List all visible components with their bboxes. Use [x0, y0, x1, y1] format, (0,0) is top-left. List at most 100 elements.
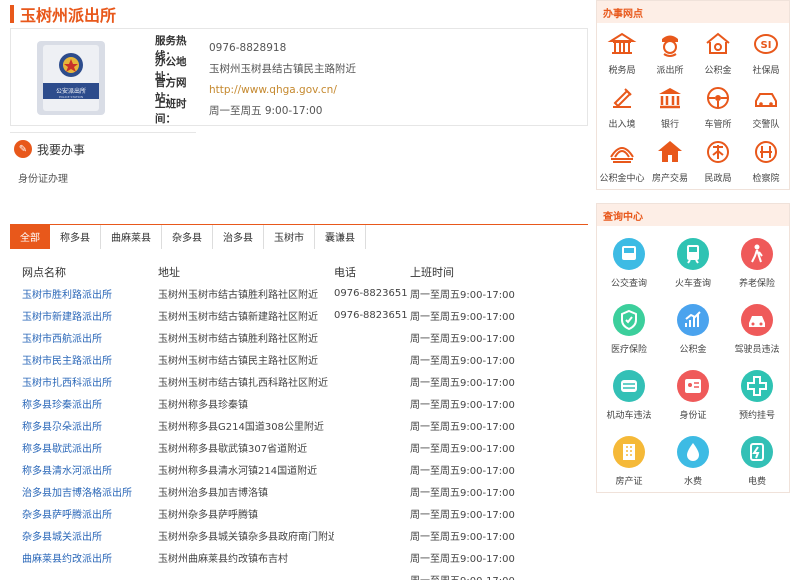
- hospital-icon: [741, 370, 773, 402]
- query-item[interactable]: 房产证: [597, 436, 661, 502]
- tab-zhiduo[interactable]: 治多县: [213, 224, 264, 249]
- query-item[interactable]: 驾驶员违法: [725, 304, 789, 370]
- outlet-item[interactable]: 银行: [646, 83, 694, 137]
- query-item[interactable]: 火车查询: [661, 238, 725, 304]
- outlet-item[interactable]: 出入境: [598, 83, 646, 137]
- motor-icon: [613, 370, 645, 402]
- outlet-item[interactable]: 车管所: [694, 83, 742, 137]
- website-link[interactable]: http://www.qhga.gov.cn/: [209, 84, 337, 96]
- tab-zaduo[interactable]: 杂多县: [162, 224, 213, 249]
- outlet-hours: 周一至周五9:00-17:00: [410, 487, 515, 499]
- procuratorate-icon: [751, 137, 781, 167]
- outlet-name-link[interactable]: 杂多县萨呼腾派出所: [22, 506, 158, 521]
- car-icon: [741, 304, 773, 336]
- outlet-item[interactable]: 房产交易: [646, 137, 694, 191]
- outlet-name-link[interactable]: 玉树市西航派出所: [22, 330, 158, 345]
- outlet-item[interactable]: 公积金中心: [598, 137, 646, 191]
- outlet-name-link[interactable]: 称多县尕朵派出所: [22, 418, 158, 433]
- outlet-name-link[interactable]: 玉树市扎西科派出所: [22, 374, 158, 389]
- table-row: 玉树市胜利路派出所 玉树州玉树市结古镇胜利路社区附近 0976-8823651 周一至…: [22, 282, 582, 304]
- outlet-address: 玉树州玉树市结古镇胜利路社区附近: [158, 333, 318, 345]
- tax-bureau-icon: [607, 29, 637, 59]
- table-row: 称多县歇武派出所 玉树州称多县歇武镇307省道附近 周一至周五9:00-17:00: [22, 436, 582, 458]
- query-label: 机动车违法: [606, 411, 652, 421]
- outlet-hours: 周一至周五9:00-17:00: [410, 311, 515, 323]
- header-name: 网点名称: [22, 266, 66, 279]
- tab-qumalai[interactable]: 曲麻莱县: [101, 224, 162, 249]
- query-item[interactable]: 医疗保险: [597, 304, 661, 370]
- outlet-item[interactable]: SI 社保局: [742, 29, 790, 83]
- query-item[interactable]: 公积金: [661, 304, 725, 370]
- outlet-address: 玉树州称多县G214国道308公里附近: [158, 421, 324, 433]
- police-station-badge-image: 公安派出所 POLICE STATION: [37, 41, 105, 115]
- table-row: 治多县加吉博洛格派出所 玉树州治多县加吉博洛镇 周一至周五9:00-17:00: [22, 480, 582, 502]
- main-content: 玉树州派出所 公安派出所 POLICE STATION 服务热线： 0976-8…: [0, 0, 592, 580]
- outlet-name-link[interactable]: 杂多县城关派出所: [22, 528, 158, 543]
- outlet-label: 银行: [660, 120, 679, 130]
- tab-nangqian[interactable]: 囊谦县: [315, 224, 366, 249]
- outlet-label: 税务局: [608, 66, 636, 76]
- outlet-phone: 0976-8823651: [334, 309, 408, 321]
- social-security-icon: SI: [751, 29, 781, 59]
- tab-yushu[interactable]: 玉树市: [264, 224, 315, 249]
- outlet-name-link[interactable]: 玉树市新建路派出所: [22, 308, 158, 323]
- query-item[interactable]: 水费: [661, 436, 725, 502]
- query-label: 公积金: [679, 345, 707, 355]
- outlet-label: 派出所: [656, 66, 684, 76]
- outlet-name-link[interactable]: 玉树市胜利路派出所: [22, 286, 158, 301]
- table-row: 玉树市新建路派出所 玉树州玉树市结古镇新建路社区附近 0976-8823651 周一至…: [22, 304, 582, 326]
- outlet-address: 玉树州玉树市结古镇胜利路社区附近: [158, 289, 318, 301]
- outlet-item[interactable]: 民政局: [694, 137, 742, 191]
- civil-affairs-icon: [703, 137, 733, 167]
- query-item[interactable]: 机动车违法: [597, 370, 661, 436]
- outlet-hours: 周一至周五9:00-17:00: [410, 443, 515, 455]
- right-sidebar: 办事网点 税务局 派出所 公积金 SI 社保局 出入境 银行 车管所 交警队 公积金中心 房产交易民…: [596, 0, 790, 580]
- query-item[interactable]: 养老保险: [725, 238, 789, 304]
- table-header: 网点名称 地址 电话 上班时间: [22, 262, 582, 282]
- outlet-address: 玉树州称多县清水河镇214国道附近: [158, 465, 318, 477]
- outlet-item[interactable]: 公积金: [694, 29, 742, 83]
- chart-icon: [677, 304, 709, 336]
- tab-chenduo[interactable]: 称多县: [50, 224, 101, 249]
- svg-text:公安派出所: 公安派出所: [56, 87, 86, 95]
- query-section-title: 查询中心: [597, 204, 789, 226]
- outlet-name-link[interactable]: 曲麻莱县约改派出所: [22, 550, 158, 565]
- tab-all[interactable]: 全部: [10, 224, 50, 249]
- outlet-address: 玉树州杂多县城关镇杂多县政府南门附近: [158, 531, 334, 543]
- query-item[interactable]: 预约挂号: [725, 370, 789, 436]
- outlet-name-link[interactable]: 玉树市民主路派出所: [22, 352, 158, 367]
- query-item[interactable]: 电费: [725, 436, 789, 502]
- outlet-name-link[interactable]: 称多县清水河派出所: [22, 462, 158, 477]
- banshi-item[interactable]: 身份证办理: [18, 170, 68, 185]
- query-item[interactable]: 公交查询: [597, 238, 661, 304]
- outlet-address: 玉树州称多县歇武镇307省道附近: [158, 443, 308, 455]
- outlet-name-link[interactable]: 治多县加吉博洛格派出所: [22, 484, 158, 499]
- outlet-item[interactable]: 派出所: [646, 29, 694, 83]
- outlet-address: 玉树州杂多县萨呼腾镇: [158, 509, 258, 521]
- outlet-hours: 周一至周五9:00-17:00: [410, 355, 515, 367]
- hotline-value: 0976-8828918: [209, 41, 287, 54]
- electricity-icon: [741, 436, 773, 468]
- outlet-name-link[interactable]: 称多县珍秦派出所: [22, 396, 158, 411]
- station-info-box: 公安派出所 POLICE STATION 服务热线： 0976-8828918 …: [10, 28, 588, 126]
- medical-icon: [613, 304, 645, 336]
- outlet-hours: 周一至周五9:00-17:00: [410, 572, 530, 580]
- table-row: 玉树市民主路派出所 玉树州玉树市结古镇民主路社区附近 周一至周五9:00-17:00: [22, 348, 582, 370]
- outlet-name-link[interactable]: 称多县歇武派出所: [22, 440, 158, 455]
- outlet-hours: 周一至周五9:00-17:00: [410, 399, 515, 411]
- query-label: 水费: [683, 477, 702, 487]
- outlet-hours: 周一至周五9:00-17:00: [410, 333, 515, 345]
- outlet-item[interactable]: 税务局: [598, 29, 646, 83]
- station-info-list: 服务热线： 0976-8828918 办公地址： 玉树州玉树县结古镇民主路附近 …: [155, 35, 356, 125]
- query-label: 医疗保险: [610, 345, 647, 355]
- outlet-hours: 周一至周五9:00-17:00: [410, 377, 515, 389]
- outlet-hours: 周一至周五9:00-17:00: [410, 553, 515, 565]
- header-phone: 电话: [334, 266, 356, 279]
- outlet-item[interactable]: 检察院: [742, 137, 790, 191]
- bank-icon: [655, 83, 685, 113]
- query-section: 查询中心 公交查询 火车查询 养老保险医疗保险 公积金 驾驶员违法机动车违法 身份证 预约挂…: [596, 203, 790, 493]
- banshi-title: 我要办事: [37, 142, 86, 157]
- outlet-item[interactable]: 交警队: [742, 83, 790, 137]
- query-item[interactable]: 身份证: [661, 370, 725, 436]
- table-row: 曲麻莱县约改派出所 玉树州曲麻莱县约改镇布吉村 周一至周五9:00-17:00: [22, 546, 582, 568]
